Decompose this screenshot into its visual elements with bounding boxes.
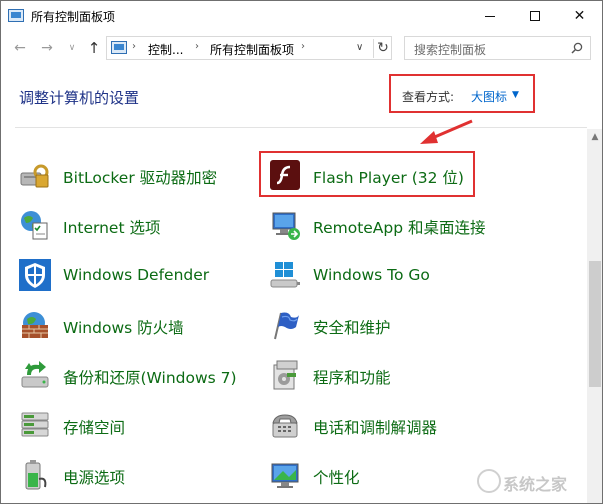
item-personalization[interactable]: 个性化: [269, 459, 499, 497]
control-panel-app-icon: [8, 9, 24, 22]
minimize-icon: [484, 15, 495, 17]
watermark-text: 系统之家: [503, 475, 568, 494]
item-flash-player[interactable]: Flash Player (32 位): [269, 159, 479, 197]
item-phone-modem[interactable]: 电话和调制解调器: [269, 409, 499, 447]
item-label[interactable]: Internet 选项: [63, 216, 160, 238]
callout-arrow-icon: [420, 119, 473, 144]
item-label[interactable]: Flash Player (32 位): [313, 166, 464, 188]
storage-spaces-icon: [21, 412, 49, 437]
breadcrumb-all-items[interactable]: 所有控制面板项: [210, 41, 294, 58]
internet-options-icon: [21, 211, 48, 240]
item-label[interactable]: Windows To Go: [313, 266, 430, 284]
programs-features-icon: [273, 360, 298, 390]
item-label[interactable]: 安全和维护: [313, 316, 391, 338]
header-divider: [15, 127, 587, 128]
watermark: 系统之家: [471, 463, 601, 503]
title-bar: 所有控制面板项 ✕: [1, 1, 602, 31]
view-by-label: 查看方式:: [402, 90, 455, 104]
firewall-icon: [22, 312, 48, 338]
watermark-logo-icon: [477, 469, 501, 493]
chevron-down-icon[interactable]: ▼: [512, 90, 519, 100]
item-internet-options[interactable]: Internet 选项: [19, 209, 249, 247]
bitlocker-icon: [20, 164, 49, 188]
page-heading: 调整计算机的设置: [19, 89, 140, 107]
search-icon[interactable]: [571, 42, 583, 54]
item-label[interactable]: 存储空间: [63, 416, 125, 438]
recent-locations-dropdown[interactable]: ∨: [63, 38, 81, 58]
security-maintenance-icon: [274, 312, 299, 340]
up-button[interactable]: ↑: [85, 38, 103, 58]
search-placeholder: 搜索控制面板: [414, 43, 487, 57]
personalization-icon: [271, 463, 299, 488]
search-input[interactable]: 搜索控制面板: [404, 36, 591, 60]
item-label[interactable]: 备份和还原(Windows 7): [63, 366, 237, 388]
control-panel-location-icon: [111, 41, 127, 54]
item-programs-features[interactable]: 程序和功能: [269, 359, 499, 397]
vertical-scrollbar[interactable]: ▲: [587, 129, 602, 503]
maximize-icon: [529, 11, 540, 21]
address-bar[interactable]: › 控制... › 所有控制面板项 › ∨ ↻: [106, 36, 392, 60]
item-backup-restore[interactable]: 备份和还原(Windows 7): [19, 359, 249, 397]
scroll-thumb[interactable]: [589, 261, 601, 387]
scroll-up-button[interactable]: ▲: [587, 129, 602, 145]
item-windows-defender[interactable]: Windows Defender: [19, 259, 249, 297]
item-label[interactable]: 程序和功能: [313, 366, 391, 388]
control-panel-window: 所有控制面板项 ✕ ← → ∨ ↑ › 控制... › 所有控制面板项 › ∨ …: [0, 0, 603, 504]
address-history-dropdown[interactable]: ∨: [356, 42, 363, 53]
maximize-button[interactable]: [512, 1, 557, 31]
item-security-maintenance[interactable]: 安全和维护: [269, 309, 499, 347]
backup-restore-icon: [21, 361, 49, 388]
breadcrumb-control-panel[interactable]: 控制...: [148, 41, 183, 58]
item-label[interactable]: BitLocker 驱动器加密: [63, 166, 217, 188]
forward-button[interactable]: →: [38, 38, 56, 58]
back-button[interactable]: ←: [11, 38, 29, 58]
power-options-icon: [25, 460, 47, 490]
item-label[interactable]: Windows Defender: [63, 266, 209, 284]
window-title: 所有控制面板项: [31, 10, 116, 24]
breadcrumb-separator[interactable]: ›: [301, 41, 305, 52]
breadcrumb-separator[interactable]: ›: [132, 41, 136, 52]
item-remoteapp[interactable]: RemoteApp 和桌面连接: [269, 209, 499, 247]
remoteapp-icon: [272, 212, 300, 240]
item-bitlocker[interactable]: BitLocker 驱动器加密: [19, 159, 249, 197]
close-button[interactable]: ✕: [557, 1, 602, 31]
item-storage-spaces[interactable]: 存储空间: [19, 409, 249, 447]
item-label[interactable]: 电话和调制解调器: [313, 416, 437, 438]
view-by-dropdown[interactable]: 大图标: [471, 88, 507, 105]
item-power-options[interactable]: 电源选项: [19, 459, 249, 497]
windows-defender-icon: [19, 259, 51, 291]
item-windows-to-go[interactable]: Windows To Go: [269, 259, 499, 297]
minimize-button[interactable]: [467, 1, 512, 31]
item-label[interactable]: RemoteApp 和桌面连接: [313, 216, 486, 238]
navigation-bar: ← → ∨ ↑ › 控制... › 所有控制面板项 › ∨ ↻ 搜索控制面板: [1, 33, 602, 63]
item-firewall[interactable]: Windows 防火墙: [19, 309, 249, 347]
breadcrumb-separator[interactable]: ›: [195, 41, 199, 52]
windows-to-go-icon: [270, 262, 300, 288]
refresh-button[interactable]: ↻: [373, 39, 392, 58]
flash-player-icon: [270, 160, 300, 190]
phone-modem-icon: [272, 414, 298, 438]
item-label[interactable]: 个性化: [313, 466, 360, 488]
item-label[interactable]: 电源选项: [63, 466, 125, 488]
item-label[interactable]: Windows 防火墙: [63, 316, 184, 338]
